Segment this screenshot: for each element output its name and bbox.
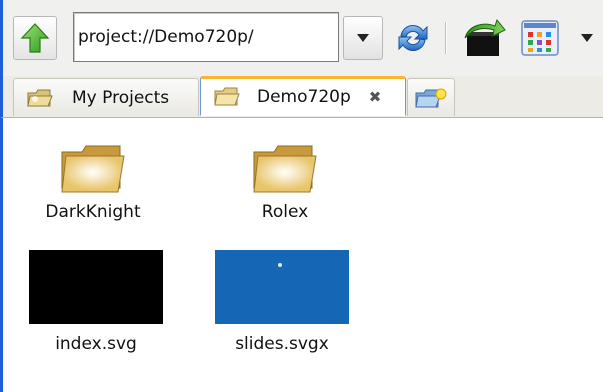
item-label: DarkKnight — [45, 202, 141, 222]
new-tab-button[interactable] — [407, 78, 455, 116]
export-button[interactable] — [459, 16, 509, 60]
file-thumbnail — [29, 250, 163, 324]
folder-icon — [253, 145, 317, 193]
tab-label: My Projects — [72, 87, 170, 108]
close-icon[interactable]: ✖ — [369, 89, 382, 105]
path-field[interactable] — [73, 12, 339, 62]
path-input[interactable] — [78, 23, 334, 51]
new-tab-folder-icon — [415, 88, 447, 107]
tab-my-projects[interactable]: My Projects — [13, 78, 199, 116]
export-icon — [464, 18, 506, 56]
folder-icon — [61, 145, 125, 193]
path-dropdown-button[interactable] — [343, 16, 383, 60]
toolbar-separator — [445, 22, 447, 54]
projects-folder-icon — [27, 89, 53, 106]
folder-item-darkknight[interactable]: DarkKnight — [33, 142, 153, 222]
toolbar — [0, 0, 603, 76]
thumbnail-dot — [278, 263, 282, 267]
item-label: index.svg — [55, 334, 137, 354]
up-button[interactable] — [13, 16, 57, 60]
chevron-down-icon — [357, 34, 369, 42]
tab-label: Demo720p — [257, 87, 351, 107]
refresh-button[interactable] — [391, 16, 435, 60]
file-browser-view: DarkKnight Rolex index.svg slides.svgx — [0, 118, 603, 392]
green-up-arrow-icon — [20, 23, 50, 53]
folder-icon — [214, 87, 240, 106]
refresh-icon — [398, 25, 428, 51]
folder-item-rolex[interactable]: Rolex — [225, 142, 345, 222]
file-thumbnail — [215, 250, 349, 324]
item-label: Rolex — [261, 202, 309, 222]
item-label: slides.svgx — [235, 334, 329, 354]
file-item-index-svg[interactable]: index.svg — [27, 250, 165, 354]
menu-down-icon — [581, 34, 593, 42]
tab-demo720p[interactable]: Demo720p ✖ — [200, 76, 406, 116]
tab-bar: My Projects Demo720p ✖ — [0, 76, 603, 118]
view-menu-button[interactable] — [575, 16, 599, 60]
view-grid-icon — [521, 20, 559, 56]
file-item-slides-svgx[interactable]: slides.svgx — [213, 250, 351, 354]
view-button[interactable] — [517, 16, 563, 60]
